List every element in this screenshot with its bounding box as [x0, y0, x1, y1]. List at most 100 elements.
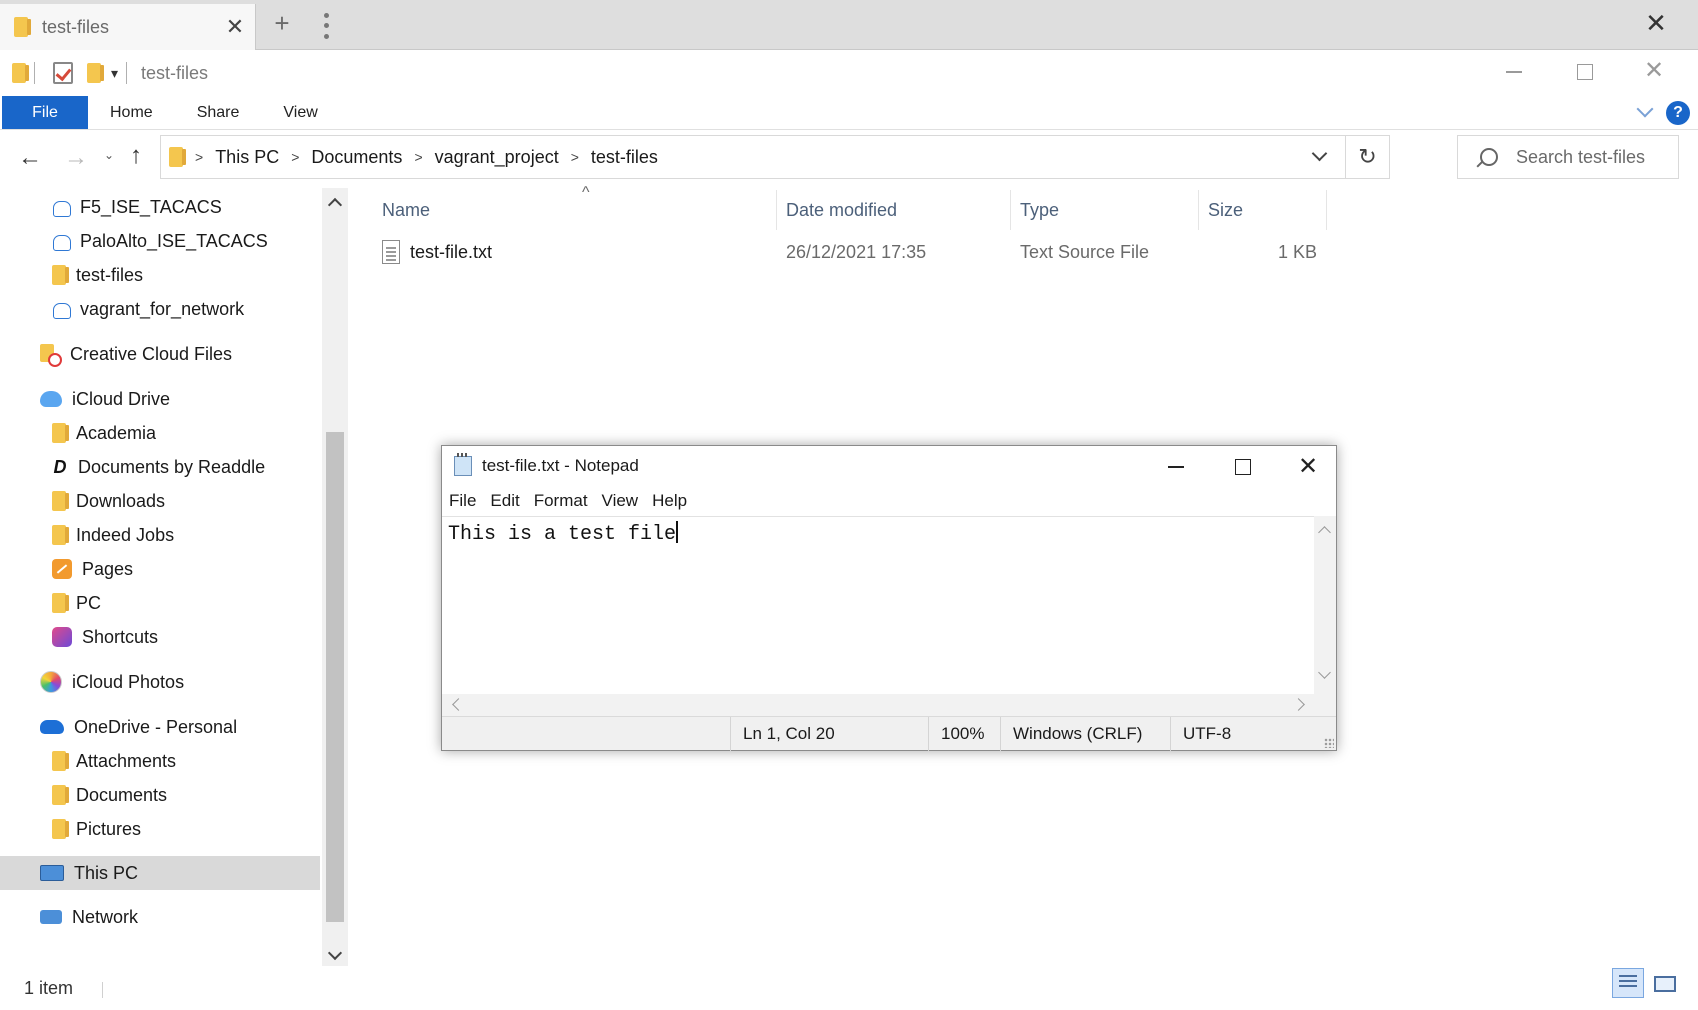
column-header-date-modified[interactable]: Date modified [786, 190, 897, 230]
expand-ribbon-icon[interactable] [1636, 102, 1656, 122]
pages-icon [52, 559, 72, 579]
ribbon-tab-home[interactable]: Home [88, 96, 175, 129]
nav-item-pages[interactable]: Pages [0, 552, 320, 586]
folder-icon [52, 593, 69, 613]
breadcrumb-documents[interactable]: Documents [311, 147, 402, 168]
forward-button[interactable]: → [64, 144, 88, 172]
sort-ascending-icon: ^ [582, 184, 590, 201]
chevron-right-icon[interactable]: > [571, 149, 579, 165]
creative-cloud-icon [40, 344, 62, 367]
nav-item-onedrive-personal[interactable]: OneDrive - Personal [0, 710, 320, 744]
nav-item-f5-ise-tacacs[interactable]: F5_ISE_TACACS [0, 190, 320, 224]
file-name: test-file.txt [410, 242, 493, 262]
nav-item-academia[interactable]: Academia [0, 416, 320, 450]
breadcrumb-this-pc[interactable]: This PC [215, 147, 279, 168]
nav-item-pictures[interactable]: Pictures [0, 812, 320, 846]
icloud-icon [40, 391, 62, 407]
column-header-type[interactable]: Type [1020, 190, 1059, 230]
details-view-icon[interactable] [1612, 968, 1644, 998]
nav-item-attachments[interactable]: Attachments [0, 744, 320, 778]
scroll-left-icon[interactable] [452, 698, 465, 711]
help-icon[interactable]: ? [1666, 101, 1690, 125]
customize-quick-access-icon[interactable]: ▾ [111, 65, 118, 82]
menu-file[interactable]: File [442, 488, 483, 514]
nav-item-network[interactable]: Network [0, 900, 320, 934]
nav-item-paloalto-ise-tacacs[interactable]: PaloAlto_ISE_TACACS [0, 224, 320, 258]
search-input[interactable] [1516, 146, 1676, 168]
nav-item-creative-cloud-files[interactable]: Creative Cloud Files [0, 337, 320, 371]
chevron-right-icon[interactable]: > [195, 149, 203, 165]
nav-item-label: Indeed Jobs [76, 524, 175, 545]
chevron-right-icon[interactable]: > [291, 149, 299, 165]
close-button[interactable]: ✕ [1634, 56, 1674, 86]
large-icons-view-icon[interactable] [1650, 970, 1678, 996]
notepad-minimize-button[interactable] [1156, 458, 1196, 478]
divider [776, 190, 777, 230]
back-button[interactable]: ← [18, 144, 42, 172]
nav-item-icloud-drive[interactable]: iCloud Drive [0, 382, 320, 416]
recent-locations-button[interactable]: ⌄ [104, 148, 114, 162]
nav-item-test-files[interactable]: test-files [0, 258, 320, 292]
breadcrumb-vagrant-project[interactable]: vagrant_project [435, 147, 559, 168]
column-header-size[interactable]: Size [1208, 190, 1243, 230]
scroll-down-icon[interactable] [1318, 666, 1331, 679]
new-folder-icon[interactable] [87, 63, 104, 83]
close-all-button[interactable]: ✕ [1636, 8, 1676, 39]
navigation-pane-scrollbar[interactable] [322, 188, 348, 966]
menu-view[interactable]: View [595, 488, 646, 514]
text-file-icon [382, 240, 400, 264]
navigation-bar: ← → ⌄ ↑ > This PC > Documents > vagrant_… [0, 130, 1698, 182]
chevron-right-icon[interactable]: > [414, 149, 422, 165]
address-dropdown-icon[interactable] [1313, 148, 1327, 162]
up-button[interactable]: ↑ [130, 142, 142, 170]
nav-item-documents[interactable]: Documents [0, 778, 320, 812]
notepad-status-bar: Ln 1, Col 20 100% Windows (CRLF) UTF-8 [442, 716, 1336, 751]
nav-item-label: PC [76, 592, 102, 613]
nav-item-this-pc[interactable]: This PC [0, 856, 320, 890]
maximize-button[interactable] [1564, 58, 1604, 86]
search-box[interactable] [1457, 135, 1679, 179]
nav-item-indeed-jobs[interactable]: Indeed Jobs [0, 518, 320, 552]
notepad-title-bar[interactable]: test-file.txt - Notepad ✕ [442, 446, 1336, 486]
notepad-horizontal-scrollbar[interactable] [442, 694, 1314, 716]
nav-item-label: F5_ISE_TACACS [80, 196, 222, 217]
nav-item-pc[interactable]: PC [0, 586, 320, 620]
menu-help[interactable]: Help [645, 488, 694, 514]
breadcrumb-test-files[interactable]: test-files [591, 147, 658, 168]
notepad-maximize-button[interactable] [1222, 454, 1262, 480]
menu-format[interactable]: Format [527, 488, 595, 514]
tab-test-files[interactable]: test-files ✕ [0, 4, 256, 50]
scrollbar-thumb[interactable] [326, 432, 344, 922]
resize-grip-icon[interactable] [1324, 738, 1334, 748]
ribbon-tab-share[interactable]: Share [175, 96, 262, 129]
ribbon-tab-file[interactable]: File [2, 96, 88, 129]
tab-close-button[interactable]: ✕ [215, 14, 255, 40]
scroll-right-icon[interactable] [1292, 698, 1305, 711]
status-bar: 1 item [0, 968, 1698, 1010]
properties-check-icon[interactable] [53, 62, 73, 84]
ribbon-tab-view[interactable]: View [261, 96, 339, 129]
nav-item-vagrant-for-network[interactable]: vagrant_for_network [0, 292, 320, 326]
scroll-up-icon[interactable] [1318, 526, 1331, 539]
new-tab-button[interactable]: + [268, 8, 296, 39]
more-options-icon[interactable] [316, 10, 336, 42]
address-bar[interactable]: > This PC > Documents > vagrant_project … [160, 135, 1390, 179]
nav-item-label: iCloud Drive [72, 388, 171, 409]
window-title: test-files [141, 62, 209, 83]
nav-item-label: Attachments [76, 750, 177, 771]
minimize-button[interactable] [1494, 60, 1534, 84]
nav-item-downloads[interactable]: Downloads [0, 484, 320, 518]
notepad-text-area[interactable]: This is a test file [442, 516, 1314, 694]
nav-item-documents-by-readdle[interactable]: D Documents by Readdle [0, 450, 320, 484]
notepad-vertical-scrollbar[interactable] [1314, 516, 1336, 694]
menu-edit[interactable]: Edit [483, 488, 526, 514]
scroll-down-icon[interactable] [328, 948, 340, 960]
nav-item-icloud-photos[interactable]: iCloud Photos [0, 665, 320, 699]
table-row[interactable]: test-file.txt 26/12/2021 17:35 Text Sour… [370, 236, 1370, 270]
refresh-button[interactable]: ↻ [1345, 136, 1389, 178]
nav-item-shortcuts[interactable]: Shortcuts [0, 620, 320, 654]
column-header-name[interactable]: Name [382, 190, 430, 230]
nav-item-label: iCloud Photos [72, 671, 185, 692]
notepad-close-button[interactable]: ✕ [1288, 452, 1328, 482]
scroll-up-icon[interactable] [328, 196, 340, 208]
